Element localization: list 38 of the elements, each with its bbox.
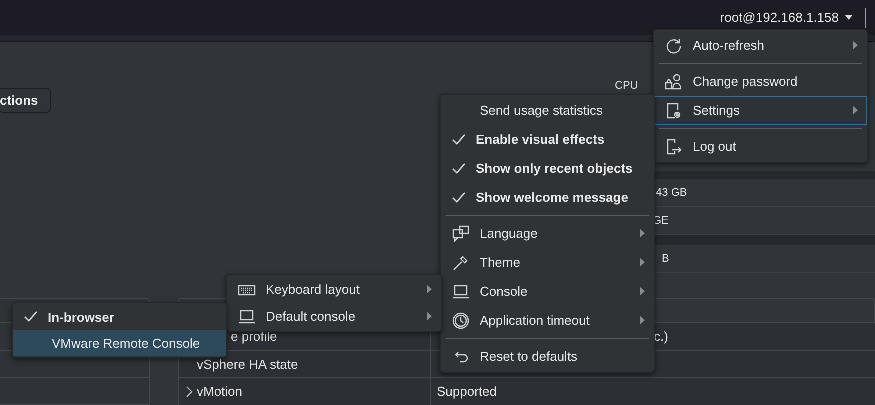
menu-item[interactable]: Language: [441, 219, 654, 248]
menu-item[interactable]: Default console: [227, 303, 441, 330]
refresh-icon: [665, 36, 683, 54]
eyedropper-icon: [452, 254, 470, 272]
menu-item[interactable]: Log out: [654, 132, 867, 161]
property-value: c.): [654, 329, 668, 344]
menu-item[interactable]: Application timeout: [441, 306, 654, 335]
menu-item[interactable]: Theme: [441, 248, 654, 277]
chevron-icon[interactable]: [185, 386, 193, 398]
summary-value: B: [661, 252, 670, 264]
menu-item[interactable]: Console: [441, 277, 654, 306]
property-name: vSphere HA state: [197, 356, 298, 372]
menu-item[interactable]: In-browser: [13, 304, 226, 330]
language-icon: [452, 224, 470, 242]
clock-icon: [452, 312, 470, 330]
settings-icon: [665, 102, 683, 120]
menu-item[interactable]: VMware Remote Console: [13, 330, 226, 356]
menu-item[interactable]: Auto-refresh: [654, 31, 867, 60]
menu-item[interactable]: Enable visual effects: [441, 125, 654, 154]
laptop-icon: [238, 308, 256, 326]
cpu-label: CPU: [615, 80, 638, 92]
caret-icon: [845, 15, 853, 20]
summary-value: .43 GB: [653, 186, 688, 198]
menu-item[interactable]: Settings: [654, 96, 867, 125]
logout-icon: [665, 138, 683, 156]
user-menu-button[interactable]: root@192.168.1.158: [714, 9, 865, 26]
property-name: vMotion: [197, 384, 243, 399]
laptop-icon: [452, 282, 470, 300]
lock-user-icon: [665, 72, 683, 90]
menu-item[interactable]: Send usage statistics: [441, 96, 654, 125]
property-name: e profile: [231, 329, 278, 344]
menu-item[interactable]: Keyboard layout: [227, 276, 441, 303]
property-value: Supported: [437, 384, 497, 399]
menu-item[interactable]: Show only recent objects: [441, 154, 654, 183]
actions-button[interactable]: ctions: [0, 88, 52, 113]
menu-item[interactable]: Reset to defaults: [441, 342, 654, 371]
menu-item[interactable]: Show welcome message: [441, 183, 654, 212]
menu-item[interactable]: Change password: [654, 67, 867, 96]
